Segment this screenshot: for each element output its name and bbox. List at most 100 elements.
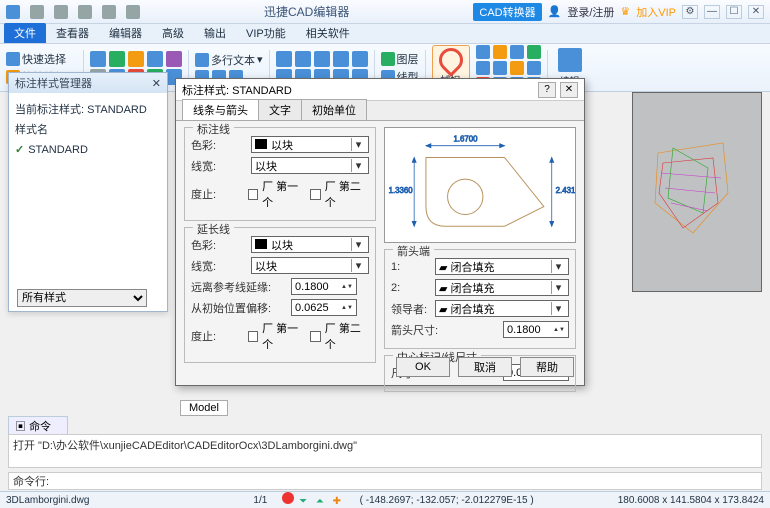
record-icon[interactable] (282, 492, 294, 504)
ext-offset-input[interactable]: 0.0625▲▼ (291, 299, 357, 316)
crown-icon: ♛ (620, 5, 630, 18)
arrow-size-input[interactable]: 0.1800▲▼ (503, 321, 569, 338)
vip-link[interactable]: 加入VIP (636, 4, 676, 20)
help-button[interactable]: 帮助 (520, 357, 574, 377)
dimstyle-preview: 1.6700 1.3360 2.4315 (384, 127, 576, 243)
cad-convert-button[interactable]: CAD转换器 (473, 3, 541, 21)
arrow2-select[interactable]: ▰ 闭合填充▾ (435, 279, 569, 296)
wireframe-preview (653, 133, 733, 243)
preview-dim1: 1.6700 (453, 135, 478, 144)
style-name-col: 样式名 (15, 121, 161, 137)
menu-tab-output[interactable]: 输出 (194, 23, 236, 43)
leader-select[interactable]: ▰ 闭合填充▾ (435, 300, 569, 317)
snap-icon[interactable] (527, 61, 541, 75)
dimstyle-manager-panel: 标注样式管理器 ✕ 当前标注样式: STANDARD 样式名 ✓STANDARD… (8, 72, 168, 312)
menu-tab-file[interactable]: 文件 (4, 23, 46, 43)
snap-icon[interactable] (476, 45, 490, 59)
ext-suppress2-checkbox[interactable] (310, 331, 320, 342)
snap-icon[interactable] (493, 45, 507, 59)
status-ratio: 1/1 (253, 495, 267, 506)
undo-icon[interactable] (102, 5, 116, 19)
dim-tool-icon[interactable] (276, 51, 292, 67)
extline-weight-select[interactable]: 以块▾ (251, 257, 369, 274)
status-coords: ( -148.2697; -132.057; -2.012279E-15 ) (360, 495, 534, 506)
menu-tab-vip[interactable]: VIP功能 (236, 23, 296, 43)
ext-beyond-input[interactable]: 0.1800▲▼ (291, 278, 357, 295)
close-icon[interactable]: ✕ (748, 5, 764, 19)
dialog-help-icon[interactable]: ? (538, 82, 556, 98)
maximize-icon[interactable]: ☐ (726, 5, 742, 19)
status-file: 3DLamborgini.dwg (6, 495, 89, 506)
tool-icon[interactable] (109, 51, 125, 67)
app-icon (6, 5, 20, 19)
layer-button[interactable]: 图层 (381, 51, 419, 67)
print-icon[interactable] (126, 5, 140, 19)
save-icon[interactable] (78, 5, 92, 19)
menu-tab-related[interactable]: 相关软件 (296, 23, 360, 43)
manager-title: 标注样式管理器 (15, 75, 92, 91)
menu-tab-viewer[interactable]: 查看器 (46, 23, 99, 43)
command-history: 打开 "D:\办公软件\xunjieCADEditor\CADEditorOcx… (8, 434, 762, 468)
command-input[interactable] (53, 475, 761, 487)
style-list-item[interactable]: ✓STANDARD (15, 141, 161, 158)
current-style-label: 当前标注样式: (15, 104, 84, 116)
dialog-close-icon[interactable]: ✕ (560, 82, 578, 98)
status-icons: ⏷ ⏶ ✚ (281, 492, 345, 508)
quick-select-button[interactable]: 快速选择 (6, 51, 77, 67)
app-title: 迅捷CAD编辑器 (140, 3, 473, 20)
menu-tab-advanced[interactable]: 高级 (152, 23, 194, 43)
dimline-color-select[interactable]: 以块▾ (251, 136, 369, 153)
tool-icon[interactable] (147, 51, 163, 67)
dim-tool-icon[interactable] (333, 51, 349, 67)
login-link[interactable]: 登录/注册 (567, 4, 614, 20)
panel-close-icon[interactable]: ✕ (152, 77, 161, 90)
dialog-tab-text[interactable]: 文字 (258, 99, 302, 120)
menu-bar: 文件 查看器 编辑器 高级 输出 VIP功能 相关软件 (0, 24, 770, 44)
extline-color-select[interactable]: 以块▾ (251, 236, 369, 253)
suppress1-checkbox[interactable] (248, 189, 258, 200)
snap-icon[interactable] (527, 45, 541, 59)
minimize-icon[interactable]: — (704, 5, 720, 19)
dimline-weight-select[interactable]: 以块▾ (251, 157, 369, 174)
preview-dim2: 1.3360 (389, 186, 414, 195)
command-input-row: 命令行: (8, 472, 762, 490)
user-icon: 👤 (548, 5, 562, 18)
dialog-tab-lines-arrows[interactable]: 线条与箭头 (182, 99, 259, 120)
quick-access-toolbar (6, 5, 140, 19)
preview-dim3: 2.4315 (556, 186, 575, 195)
tool-icon[interactable] (128, 51, 144, 67)
extline-group: 延长线 色彩: 以块▾ 线宽: 以块▾ 远离参考线延缘: 0.1800▲▼ 从初… (184, 227, 376, 363)
cancel-button[interactable]: 取消 (458, 357, 512, 377)
open-icon[interactable] (54, 5, 68, 19)
edit-icon (558, 48, 582, 72)
dialog-tab-units[interactable]: 初始单位 (301, 99, 367, 120)
dim-tool-icon[interactable] (314, 51, 330, 67)
style-filter-select[interactable]: 所有样式 (17, 289, 147, 307)
ok-button[interactable]: OK (396, 357, 450, 377)
current-style-value: STANDARD (87, 104, 147, 116)
ext-suppress1-checkbox[interactable] (248, 331, 258, 342)
snap-icon[interactable] (476, 61, 490, 75)
suppress2-checkbox[interactable] (310, 189, 320, 200)
snap-icon[interactable] (493, 61, 507, 75)
snap-icon[interactable] (510, 45, 524, 59)
dim-tool-icon[interactable] (295, 51, 311, 67)
menu-tab-editor[interactable]: 编辑器 (99, 23, 152, 43)
drawing-viewport[interactable] (632, 92, 762, 292)
dimstyle-dialog: 标注样式: STANDARD ? ✕ 线条与箭头 文字 初始单位 标注线 色彩:… (175, 78, 585, 386)
status-dims: 180.6008 x 141.5804 x 173.8424 (618, 495, 764, 506)
dialog-title: 标注样式: STANDARD (182, 82, 292, 98)
mtext-button[interactable]: 多行文本▾ (195, 52, 263, 68)
settings-icon[interactable]: ⚙ (682, 5, 698, 19)
new-icon[interactable] (30, 5, 44, 19)
dimline-group: 标注线 色彩: 以块▾ 线宽: 以块▾ 度止: 厂 第一个 厂 第二个 (184, 127, 376, 221)
tool-icon[interactable] (166, 51, 182, 67)
dim-tool-icon[interactable] (352, 51, 368, 67)
model-tab[interactable]: Model (180, 400, 228, 416)
snap-icon[interactable] (510, 61, 524, 75)
magnet-icon (434, 43, 468, 77)
status-bar: 3DLamborgini.dwg 1/1 ⏷ ⏶ ✚ ( -148.2697; … (0, 491, 770, 508)
arrow1-select[interactable]: ▰ 闭合填充▾ (435, 258, 569, 275)
tool-icon[interactable] (90, 51, 106, 67)
command-prompt: 命令行: (9, 473, 53, 489)
